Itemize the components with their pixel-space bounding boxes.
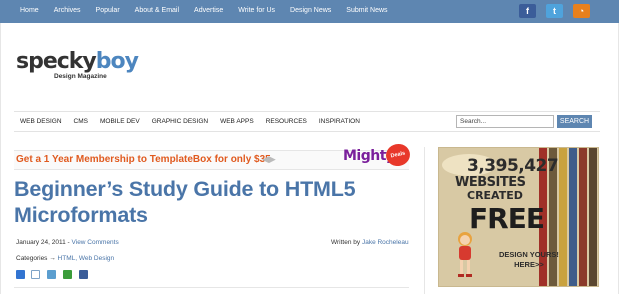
article-bottom-divider <box>14 287 409 288</box>
article-categories: Categories → HTML, Web Design <box>16 255 114 262</box>
category-mobile-dev[interactable]: MOBILE DEV <box>100 118 140 125</box>
nav-submit-news[interactable]: Submit News <box>346 7 387 14</box>
top-nav-bar: Home Archives Popular About & Email Adve… <box>0 0 619 23</box>
view-comments-link[interactable]: View Comments <box>72 239 119 246</box>
nav-advertise[interactable]: Advertise <box>194 7 223 14</box>
ad-bg-book <box>569 148 577 286</box>
digg-icon[interactable] <box>31 270 40 279</box>
column-divider <box>424 147 425 294</box>
twitter-icon[interactable]: t <box>546 4 563 18</box>
ad-bg-book <box>589 148 597 286</box>
ad-count: 3,395,427 <box>467 156 559 176</box>
written-by-label: Written by <box>331 239 362 246</box>
article-date: January 24, 2011 <box>16 239 66 246</box>
article-meta: January 24, 2011 - View Comments <box>16 239 119 246</box>
categories-label: Categories → <box>16 255 58 262</box>
ad-cta-line2: HERE>> <box>514 260 544 269</box>
nav-popular[interactable]: Popular <box>96 7 120 14</box>
nav-design-news[interactable]: Design News <box>290 7 331 14</box>
category-resources[interactable]: RESOURCES <box>266 118 307 125</box>
search-input[interactable]: Search... <box>456 115 554 128</box>
promo-arrows[interactable]: ◀▶ <box>262 154 276 165</box>
category-graphic-design[interactable]: GRAPHIC DESIGN <box>152 118 208 125</box>
top-nav-links: Home Archives Popular About & Email Adve… <box>20 7 403 14</box>
facebook-icon[interactable]: f <box>519 4 536 18</box>
nav-archives[interactable]: Archives <box>54 7 81 14</box>
ad-websites: WEBSITES <box>455 175 526 190</box>
ad-bg-book <box>579 148 587 286</box>
category-nav-items: WEB DESIGN CMS MOBILE DEV GRAPHIC DESIGN… <box>20 118 372 125</box>
facebook-share-icon[interactable] <box>79 270 88 279</box>
ad-created: CREATED <box>467 189 523 202</box>
nav-about-email[interactable]: About & Email <box>135 7 179 14</box>
category-web-apps[interactable]: WEB APPS <box>220 118 254 125</box>
promo-link[interactable]: Get a 1 Year Membership to TemplateBox f… <box>16 154 271 165</box>
logo-part-boy: boy <box>95 49 139 74</box>
sidebar-ad-banner[interactable]: 3,395,427 WEBSITES CREATED FREE DESIGN Y… <box>438 147 599 287</box>
category-inspiration[interactable]: INSPIRATION <box>319 118 360 125</box>
delicious-icon[interactable] <box>16 270 25 279</box>
nav-home[interactable]: Home <box>20 7 39 14</box>
nav-write-for-us[interactable]: Write for Us <box>238 7 275 14</box>
stumbleupon-icon[interactable] <box>47 270 56 279</box>
rss-icon[interactable]: ◔ <box>573 4 590 18</box>
logo-part-speckly: specky <box>16 49 97 74</box>
author-link[interactable]: Jake Rocheleau <box>362 239 409 246</box>
article-author: Written by Jake Rocheleau <box>331 239 409 246</box>
article-title[interactable]: Beginner’s Study Guide to HTML5 Microfor… <box>14 176 394 228</box>
ad-girl-illustration <box>458 232 472 277</box>
technorati-icon[interactable] <box>63 270 72 279</box>
site-tagline: Design Magazine <box>54 73 107 80</box>
categories-links[interactable]: HTML, Web Design <box>58 255 115 262</box>
ad-cta[interactable]: DESIGN YOURS! HERE>> <box>499 250 559 270</box>
site-logo[interactable]: speckyboy <box>16 49 139 74</box>
category-cms[interactable]: CMS <box>74 118 88 125</box>
category-web-design[interactable]: WEB DESIGN <box>20 118 62 125</box>
ad-cta-line1: DESIGN YOURS! <box>499 250 559 259</box>
search-button[interactable]: SEARCH <box>557 115 592 128</box>
ad-bg-book <box>559 148 567 286</box>
